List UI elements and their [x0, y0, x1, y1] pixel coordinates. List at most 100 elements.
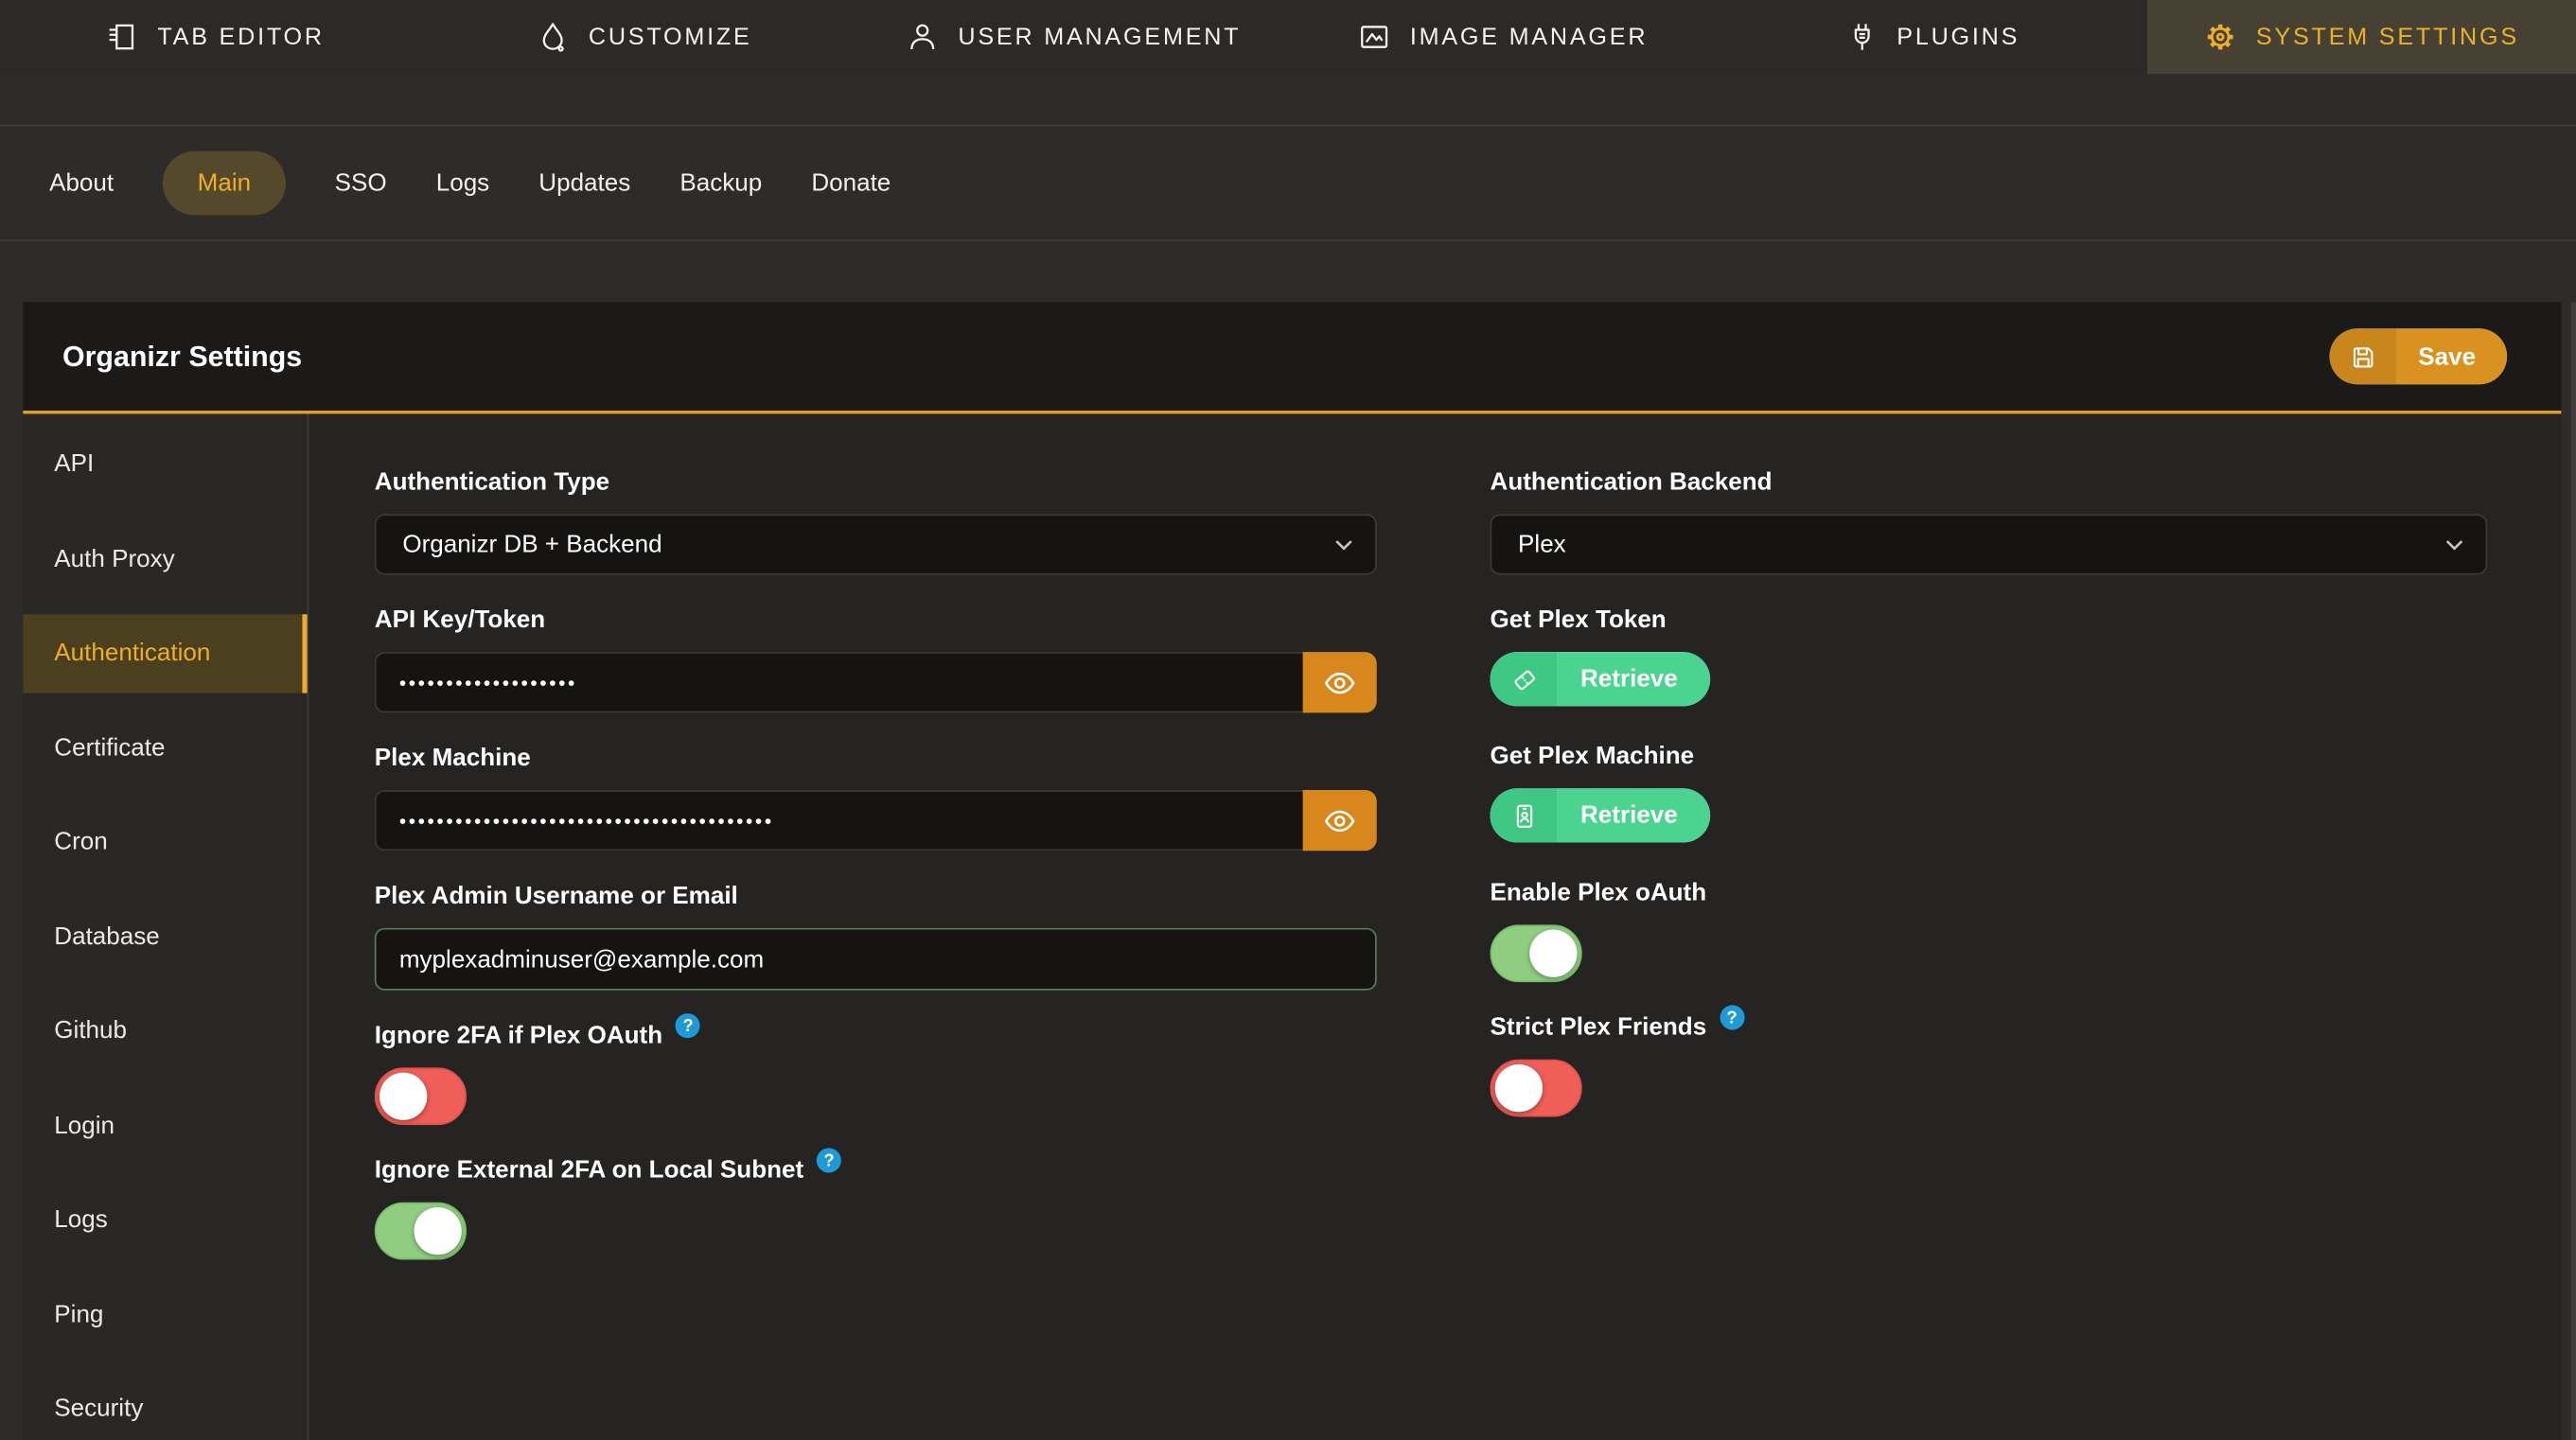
- nav-system-settings[interactable]: SYSTEM SETTINGS: [2146, 0, 2576, 74]
- settings-sidebar: API Auth Proxy Authentication Certificat…: [23, 413, 309, 1440]
- label-text: Plex Machine: [375, 744, 531, 772]
- sidebar-item-auth-proxy[interactable]: Auth Proxy: [23, 512, 307, 606]
- api-key-label: API Key/Token: [375, 606, 1377, 633]
- enable-plex-oauth-group: Enable Plex oAuth: [1491, 879, 2488, 982]
- label-text: Enable Plex oAuth: [1491, 879, 1707, 907]
- sidebar-item-security[interactable]: Security: [23, 1361, 307, 1440]
- sidebar-item-logs[interactable]: Logs: [23, 1172, 307, 1267]
- label-text: API Key/Token: [375, 606, 545, 635]
- page-title: Organizr Settings: [62, 339, 302, 373]
- nav-label: SYSTEM SETTINGS: [2256, 24, 2519, 50]
- nav-plugins[interactable]: PLUGINS: [1718, 0, 2147, 74]
- eye-icon: [1322, 665, 1356, 699]
- label-text: Ignore External 2FA on Local Subnet: [375, 1156, 803, 1185]
- label-text: Authentication Type: [375, 468, 609, 497]
- settings-subnav: About Main SSO Logs Updates Backup Donat…: [0, 125, 2576, 241]
- retrieve-plex-token-button[interactable]: Retrieve: [1491, 652, 1711, 706]
- save-button-label: Save: [2397, 328, 2507, 384]
- selected-value: Plex: [1518, 531, 1566, 559]
- enable-plex-oauth-label: Enable Plex oAuth: [1491, 879, 2488, 905]
- plex-machine-group: Plex Machine: [375, 744, 1377, 851]
- auth-type-group: Authentication Type Organizr DB + Backen…: [375, 468, 1377, 575]
- retrieve-plex-machine-button[interactable]: Retrieve: [1491, 788, 1711, 842]
- help-glyph: ?: [1727, 1008, 1738, 1027]
- panel-header: Organizr Settings Save: [23, 302, 2561, 413]
- strict-plex-friends-group: Strict Plex Friends ?: [1491, 1013, 2488, 1116]
- label-text: Plex Admin Username or Email: [375, 882, 738, 910]
- sidebar-item-database[interactable]: Database: [23, 889, 307, 984]
- subnav-main[interactable]: Main: [163, 151, 285, 216]
- sidebar-item-login[interactable]: Login: [23, 1079, 307, 1173]
- toggle-knob: [414, 1207, 461, 1255]
- scrollbar-track[interactable]: [2571, 302, 2576, 1440]
- nav-customize[interactable]: CUSTOMIZE: [430, 0, 859, 74]
- get-plex-token-group: Get Plex Token Retrieve: [1491, 606, 2488, 707]
- ignore-external-2fa-label: Ignore External 2FA on Local Subnet ?: [375, 1156, 1377, 1183]
- subnav-backup[interactable]: Backup: [679, 169, 762, 198]
- retrieve-label: Retrieve: [1558, 788, 1711, 842]
- plex-machine-field[interactable]: [375, 790, 1303, 851]
- ignore-2fa-oauth-toggle[interactable]: [375, 1067, 467, 1125]
- ignore-2fa-oauth-group: Ignore 2FA if Plex OAuth ?: [375, 1022, 1377, 1125]
- nav-label: PLUGINS: [1897, 24, 2020, 50]
- chevron-down-icon: [2444, 538, 2464, 552]
- save-button[interactable]: Save: [2330, 328, 2508, 384]
- toggle-knob: [1529, 930, 1577, 977]
- enable-plex-oauth-toggle[interactable]: [1491, 924, 1582, 982]
- nav-user-management[interactable]: USER MANAGEMENT: [858, 0, 1288, 74]
- sidebar-item-cron[interactable]: Cron: [23, 795, 307, 889]
- help-icon[interactable]: ?: [676, 1013, 700, 1038]
- authentication-type-select[interactable]: Organizr DB + Backend: [375, 514, 1377, 574]
- subnav-sso[interactable]: SSO: [335, 169, 387, 198]
- strict-plex-friends-toggle[interactable]: [1491, 1060, 1582, 1117]
- get-plex-machine-label: Get Plex Machine: [1491, 743, 2488, 769]
- help-icon[interactable]: ?: [817, 1148, 841, 1172]
- label-text: Strict Plex Friends: [1491, 1013, 1707, 1042]
- tab-editor-icon: [105, 20, 139, 54]
- help-glyph: ?: [823, 1150, 834, 1170]
- plex-admin-group: Plex Admin Username or Email: [375, 882, 1377, 991]
- strict-plex-friends-label: Strict Plex Friends ?: [1491, 1013, 2488, 1040]
- ticket-icon: [1491, 652, 1558, 706]
- nav-tab-editor[interactable]: TAB EDITOR: [0, 0, 430, 74]
- sidebar-item-api[interactable]: API: [23, 417, 307, 512]
- sidebar-item-certificate[interactable]: Certificate: [23, 700, 307, 795]
- api-key-field[interactable]: [375, 652, 1303, 712]
- nav-label: IMAGE MANAGER: [1410, 24, 1648, 50]
- image-manager-icon: [1357, 20, 1391, 54]
- auth-backend-label: Authentication Backend: [1491, 468, 2488, 495]
- settings-panel: Organizr Settings Save API Auth Proxy Au…: [23, 302, 2561, 1440]
- subnav-about[interactable]: About: [49, 169, 114, 198]
- plugins-icon: [1844, 20, 1879, 54]
- chevron-down-icon: [1334, 538, 1354, 552]
- toggle-knob: [379, 1073, 427, 1120]
- nav-image-manager[interactable]: IMAGE MANAGER: [1288, 0, 1718, 74]
- plex-admin-label: Plex Admin Username or Email: [375, 882, 1377, 908]
- system-settings-icon: [2203, 20, 2237, 54]
- nav-label: CUSTOMIZE: [589, 24, 752, 50]
- ignore-2fa-oauth-label: Ignore 2FA if Plex OAuth ?: [375, 1022, 1377, 1048]
- subnav-donate[interactable]: Donate: [811, 169, 891, 198]
- form-column-right: Authentication Backend Plex Get Plex Tok…: [1491, 468, 2488, 1149]
- subnav-updates[interactable]: Updates: [538, 169, 630, 198]
- get-plex-machine-group: Get Plex Machine Retrieve: [1491, 743, 2488, 843]
- sidebar-item-ping[interactable]: Ping: [23, 1267, 307, 1361]
- subnav-logs[interactable]: Logs: [436, 169, 489, 198]
- panel-body: API Auth Proxy Authentication Certificat…: [23, 413, 2561, 1440]
- reveal-plex-machine-button[interactable]: [1303, 790, 1377, 851]
- retrieve-label: Retrieve: [1558, 652, 1711, 706]
- ignore-external-2fa-toggle[interactable]: [375, 1203, 467, 1260]
- plex-admin-field[interactable]: [375, 928, 1377, 991]
- label-text: Get Plex Machine: [1491, 743, 1695, 771]
- reveal-api-key-button[interactable]: [1303, 652, 1377, 712]
- authentication-backend-select[interactable]: Plex: [1491, 514, 2488, 574]
- sidebar-item-github[interactable]: Github: [23, 984, 307, 1079]
- help-glyph: ?: [682, 1016, 693, 1036]
- nav-label: TAB EDITOR: [157, 24, 324, 50]
- toggle-knob: [1495, 1064, 1543, 1112]
- floppy-icon: [2330, 328, 2397, 384]
- help-icon[interactable]: ?: [1720, 1005, 1744, 1029]
- ignore-external-2fa-group: Ignore External 2FA on Local Subnet ?: [375, 1156, 1377, 1259]
- get-plex-token-label: Get Plex Token: [1491, 606, 2488, 633]
- sidebar-item-authentication[interactable]: Authentication: [23, 614, 307, 692]
